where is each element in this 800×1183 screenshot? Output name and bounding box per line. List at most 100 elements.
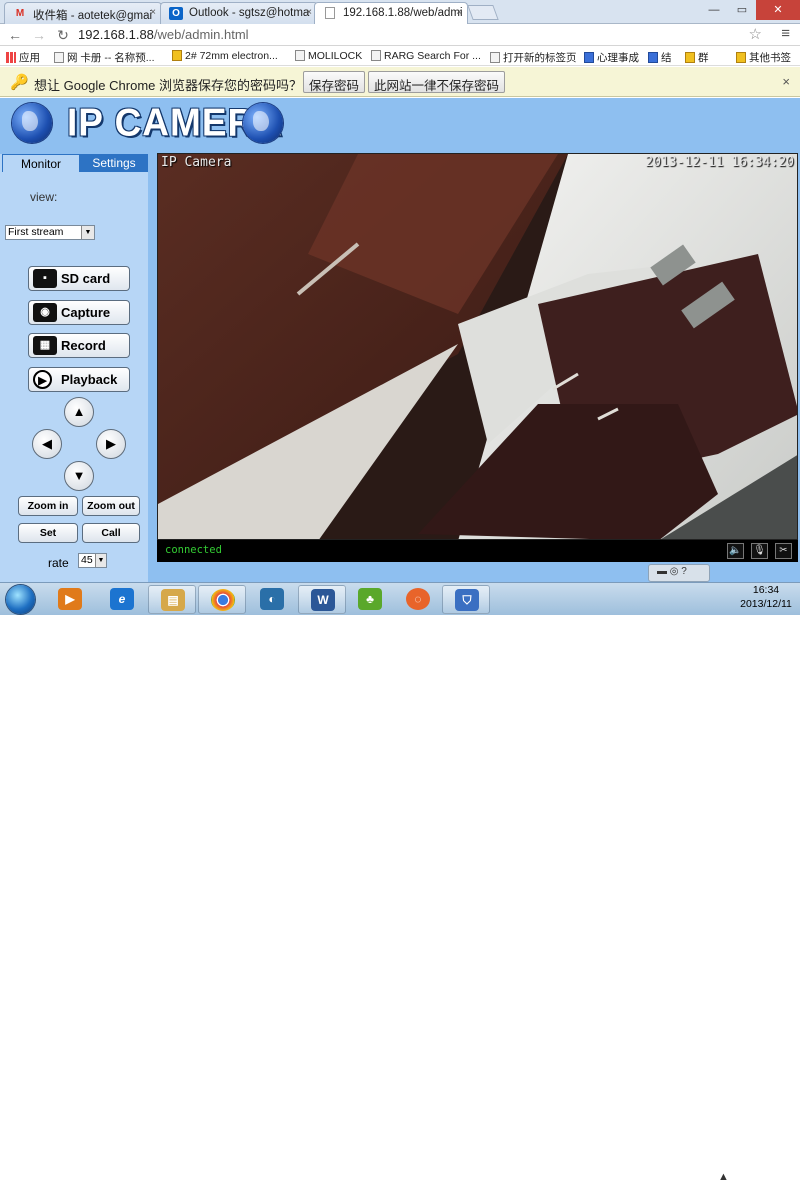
tab-monitor[interactable]: Monitor (2, 154, 80, 172)
start-button[interactable] (2, 583, 40, 616)
address-bar[interactable]: 192.168.1.88/web/admin.html (78, 26, 249, 44)
taskbar-app-globe[interactable]: ◐ (248, 585, 296, 614)
never-save-password-button[interactable]: 此网站一律不保存密码 (368, 71, 506, 93)
close-icon[interactable]: × (456, 7, 462, 18)
bookmark-item[interactable]: 网 卡册 -- 名称预... (54, 50, 155, 65)
taskbar-word[interactable]: W (298, 585, 346, 614)
bookmark-label: 应用 (19, 52, 40, 64)
bookmark-label: 结 (661, 52, 672, 64)
bookmark-item[interactable]: 打开新的标签页 (490, 50, 577, 65)
chrome-menu-icon[interactable]: ≡ (781, 25, 790, 42)
folder-icon (736, 52, 746, 63)
record-button[interactable]: ▦ Record (28, 333, 130, 358)
osd-timestamp: 2013-12-11 16:34:20 (645, 155, 794, 170)
taskbar-chrome[interactable] (198, 585, 246, 614)
close-icon[interactable]: × (150, 7, 156, 18)
flag-icon (685, 52, 695, 63)
taskbar-media-player[interactable]: ▶ (46, 585, 94, 614)
record-label: Record (61, 338, 106, 353)
clock-date: 2013/12/11 (740, 598, 792, 610)
paw-icon (648, 52, 658, 63)
reload-button[interactable]: ↻ (54, 26, 72, 44)
ptz-down-button[interactable]: ▼ (64, 461, 94, 491)
paw-icon (584, 52, 594, 63)
panel-tabs: Monitor Settings (2, 154, 148, 172)
browser-toolbar: ← → ↻ 192.168.1.88/web/admin.html ☆ ≡ (0, 24, 800, 46)
zoom-in-button[interactable]: Zoom in (18, 496, 78, 516)
close-window-button[interactable]: ✕ (756, 0, 800, 20)
bookmark-item[interactable]: 2# 72mm electron... (172, 50, 278, 62)
bookmark-item[interactable]: 应用 (6, 50, 40, 65)
minimize-button[interactable]: — (700, 0, 728, 20)
taskbar-app-orange[interactable]: ◌ (394, 585, 442, 614)
close-icon[interactable]: × (782, 74, 790, 89)
tab-settings[interactable]: Settings (80, 154, 148, 172)
bookmark-item[interactable]: 群 (685, 50, 709, 65)
gmail-icon: M (15, 8, 25, 19)
arrow-left-icon: ◀ (42, 436, 52, 451)
film-icon: ▦ (33, 336, 57, 355)
other-bookmarks[interactable]: 其他书签 (736, 50, 791, 65)
zoom-out-button[interactable]: Zoom out (82, 496, 140, 516)
bookmark-item[interactable]: MOLILOCK (295, 50, 362, 62)
chevron-down-icon: ▼ (81, 226, 94, 239)
back-button[interactable]: ← (6, 26, 24, 44)
bookmark-item[interactable]: RARG Search For ... (371, 50, 481, 62)
close-icon[interactable]: × (306, 7, 312, 18)
connection-status: connected (165, 544, 222, 556)
arrow-down-icon: ▼ (72, 468, 86, 483)
browser-tab-admin[interactable]: 192.168.1.88/web/admi × (314, 2, 468, 25)
browser-tab-label: Outlook - sgtsz@hotma (189, 7, 310, 19)
stream-select[interactable]: First stream ▼ (5, 225, 95, 240)
save-password-button[interactable]: 保存密码 (303, 71, 366, 93)
video-status-bar: connected 🔈 🎙 ✂ (157, 540, 798, 562)
ptz-left-button[interactable]: ◀ (32, 429, 62, 459)
taskbar-security-center[interactable]: ⛉ (442, 585, 490, 614)
bookmark-item[interactable]: 心理事成 (584, 50, 639, 65)
globe-logo-icon (243, 103, 283, 143)
rate-label: rate (48, 556, 69, 570)
camera-frame-image (158, 154, 797, 539)
live-video-view[interactable]: IP Camera 2013-12-11 16:34:20 (157, 153, 798, 540)
maximize-button[interactable]: ▭ (728, 0, 756, 20)
arrow-up-icon: ▲ (72, 404, 86, 419)
clock-time: 16:34 (752, 584, 780, 596)
stream-select-value: First stream (8, 226, 64, 238)
forward-button[interactable]: → (30, 26, 48, 44)
bookmark-star-icon[interactable]: ☆ (749, 25, 762, 43)
browser-tab-label: 192.168.1.88/web/admi (343, 7, 463, 19)
rate-value: 45 (81, 554, 93, 566)
tray-overflow-popup[interactable]: ▬ ◎ ? (648, 564, 710, 582)
view-label: view: (30, 190, 58, 204)
bookmark-label: 心理事成 (597, 52, 639, 64)
ptz-up-button[interactable]: ▲ (64, 397, 94, 427)
browser-tab-outlook[interactable]: O Outlook - sgtsz@hotma × (160, 2, 318, 24)
set-button[interactable]: Set (18, 523, 78, 543)
sd-card-button[interactable]: ▪ SD card (28, 266, 130, 291)
tools-icon[interactable]: ✂ (775, 543, 792, 559)
camera-web-page: IP CAMERA Monitor Settings view: First s… (0, 98, 800, 582)
globe-logo-icon (12, 103, 52, 143)
url-path: /web/admin.html (153, 27, 249, 42)
browser-tab-gmail[interactable]: M 收件箱 - aotetek@gmai × (4, 2, 162, 24)
playback-button[interactable]: ▶ Playback (28, 367, 130, 392)
word-icon: W (311, 589, 335, 611)
system-clock[interactable]: 16:34 2013/12/11 (736, 583, 796, 611)
bookmark-label: MOLILOCK (308, 50, 363, 62)
microphone-icon[interactable]: 🎙 (751, 543, 768, 559)
taskbar-internet-explorer[interactable]: e (98, 585, 146, 614)
capture-button[interactable]: ◉ Capture (28, 300, 130, 325)
rate-select[interactable]: 45 ▼ (78, 553, 107, 568)
bookmark-item[interactable]: 结 (648, 50, 672, 65)
mute-icon[interactable]: 🔈 (727, 543, 744, 559)
bookmark-label: 打开新的标签页 (503, 52, 577, 64)
page-header: IP CAMERA (0, 98, 800, 150)
call-button[interactable]: Call (82, 523, 140, 543)
window-controls: — ▭ ✕ (700, 0, 800, 20)
taskbar-app-green[interactable]: ♣ (346, 585, 394, 614)
taskbar-file-explorer[interactable]: ▤ (148, 585, 196, 614)
show-hidden-icons-button[interactable]: ▲ (718, 1171, 729, 1183)
new-tab-button[interactable] (467, 5, 499, 20)
ptz-right-button[interactable]: ▶ (96, 429, 126, 459)
windows-taskbar: ▶ e ▤ ◐ W ♣ ◌ ⛉ ▲ (0, 582, 800, 1183)
